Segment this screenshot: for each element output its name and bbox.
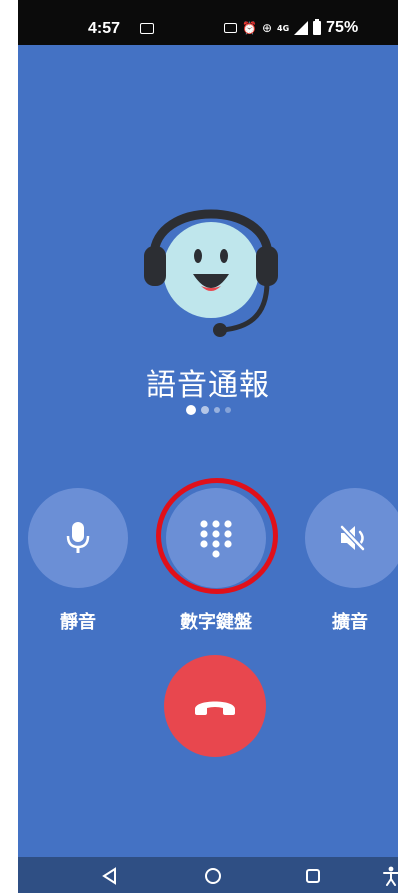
caller-name: 語音通報 — [146, 368, 270, 403]
nav-recents-button[interactable] — [302, 865, 324, 887]
speaker-button[interactable] — [305, 488, 398, 588]
data-saver-icon: ⊕ — [261, 21, 273, 35]
mute-label: 靜音 — [60, 612, 96, 633]
call-screen: 4:57 ⏰ ⊕ 4G 75% 語音通報 靜音 數字鍵盤 擴音 — [18, 0, 398, 893]
network-4g-icon: 4G — [277, 23, 290, 33]
dialpad-button[interactable] — [166, 488, 266, 588]
navigation-bar — [18, 857, 398, 893]
home-icon — [205, 868, 221, 884]
battery-icon — [313, 19, 322, 35]
page-dot — [201, 406, 209, 414]
signal-icon — [294, 21, 309, 35]
mute-button[interactable] — [28, 488, 128, 588]
page-dot-active — [186, 405, 196, 415]
phone-hangup-icon — [195, 701, 235, 715]
page-dot — [214, 407, 220, 413]
back-icon — [102, 867, 116, 885]
nav-home-button[interactable] — [202, 865, 224, 887]
microphone-icon — [66, 522, 90, 553]
speaker-label: 擴音 — [332, 612, 368, 633]
page-indicator — [186, 405, 231, 415]
alarm-icon: ⏰ — [242, 21, 257, 35]
headset-avatar-icon — [136, 178, 286, 338]
dialpad-label: 數字鍵盤 — [180, 612, 252, 633]
battery-percent: 75% — [326, 19, 359, 36]
page-dot — [225, 407, 231, 413]
recents-icon — [306, 869, 320, 883]
status-icons: ⏰ ⊕ 4G 75% — [224, 19, 358, 37]
speaker-muted-icon — [340, 525, 365, 551]
status-bar: 4:57 ⏰ ⊕ 4G 75% — [18, 0, 398, 45]
status-time: 4:57 — [88, 20, 121, 37]
end-call-button[interactable] — [164, 655, 266, 757]
nav-back-button[interactable] — [98, 865, 120, 887]
dialpad-icon — [200, 520, 232, 558]
accessibility-icon — [383, 866, 398, 886]
gallery-notification-icon — [140, 23, 154, 34]
cast-icon — [224, 23, 237, 33]
accessibility-button[interactable] — [380, 865, 398, 887]
